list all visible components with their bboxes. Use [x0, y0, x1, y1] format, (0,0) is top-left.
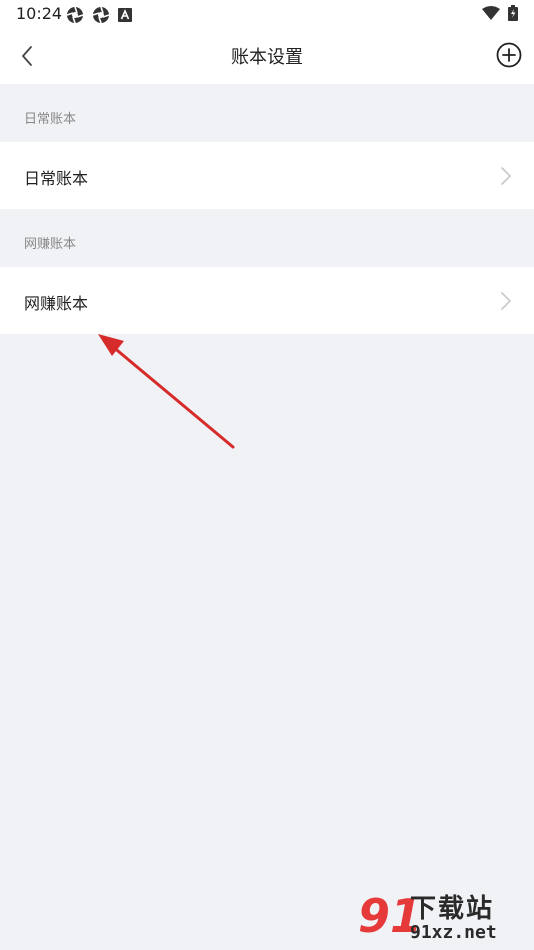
chevron-right-icon [501, 167, 511, 185]
chevron-right-icon [501, 292, 511, 310]
nav-bar: 账本设置 [0, 28, 534, 84]
wifi-icon [482, 6, 500, 20]
watermark-brand: 下载站 [410, 894, 495, 924]
list-item-daily-ledger[interactable]: 日常账本 [0, 142, 534, 209]
page-title: 账本设置 [231, 47, 303, 68]
aperture-icon [92, 6, 110, 24]
plus-circle-icon[interactable] [496, 42, 522, 68]
status-bar: 10:24 [0, 0, 534, 28]
status-notification-icons [66, 6, 132, 24]
section-header-daily: 日常账本 [0, 84, 534, 142]
watermark: 91 下载站 91xz.net [358, 888, 528, 946]
list-item-online-ledger[interactable]: 网赚账本 [0, 267, 534, 334]
status-system-icons [482, 5, 518, 21]
section-header-label: 网赚账本 [24, 237, 77, 252]
battery-charging-icon [508, 5, 518, 21]
section-header-online: 网赚账本 [0, 209, 534, 267]
list-item-label: 日常账本 [24, 169, 89, 188]
watermark-logo: 91 [358, 889, 423, 943]
list-item-label: 网赚账本 [24, 294, 89, 313]
aperture-icon [66, 6, 84, 24]
font-a-icon [118, 8, 132, 22]
watermark-site: 91xz.net [410, 922, 497, 943]
section-header-label: 日常账本 [24, 112, 77, 127]
status-time: 10:24 [16, 4, 63, 23]
